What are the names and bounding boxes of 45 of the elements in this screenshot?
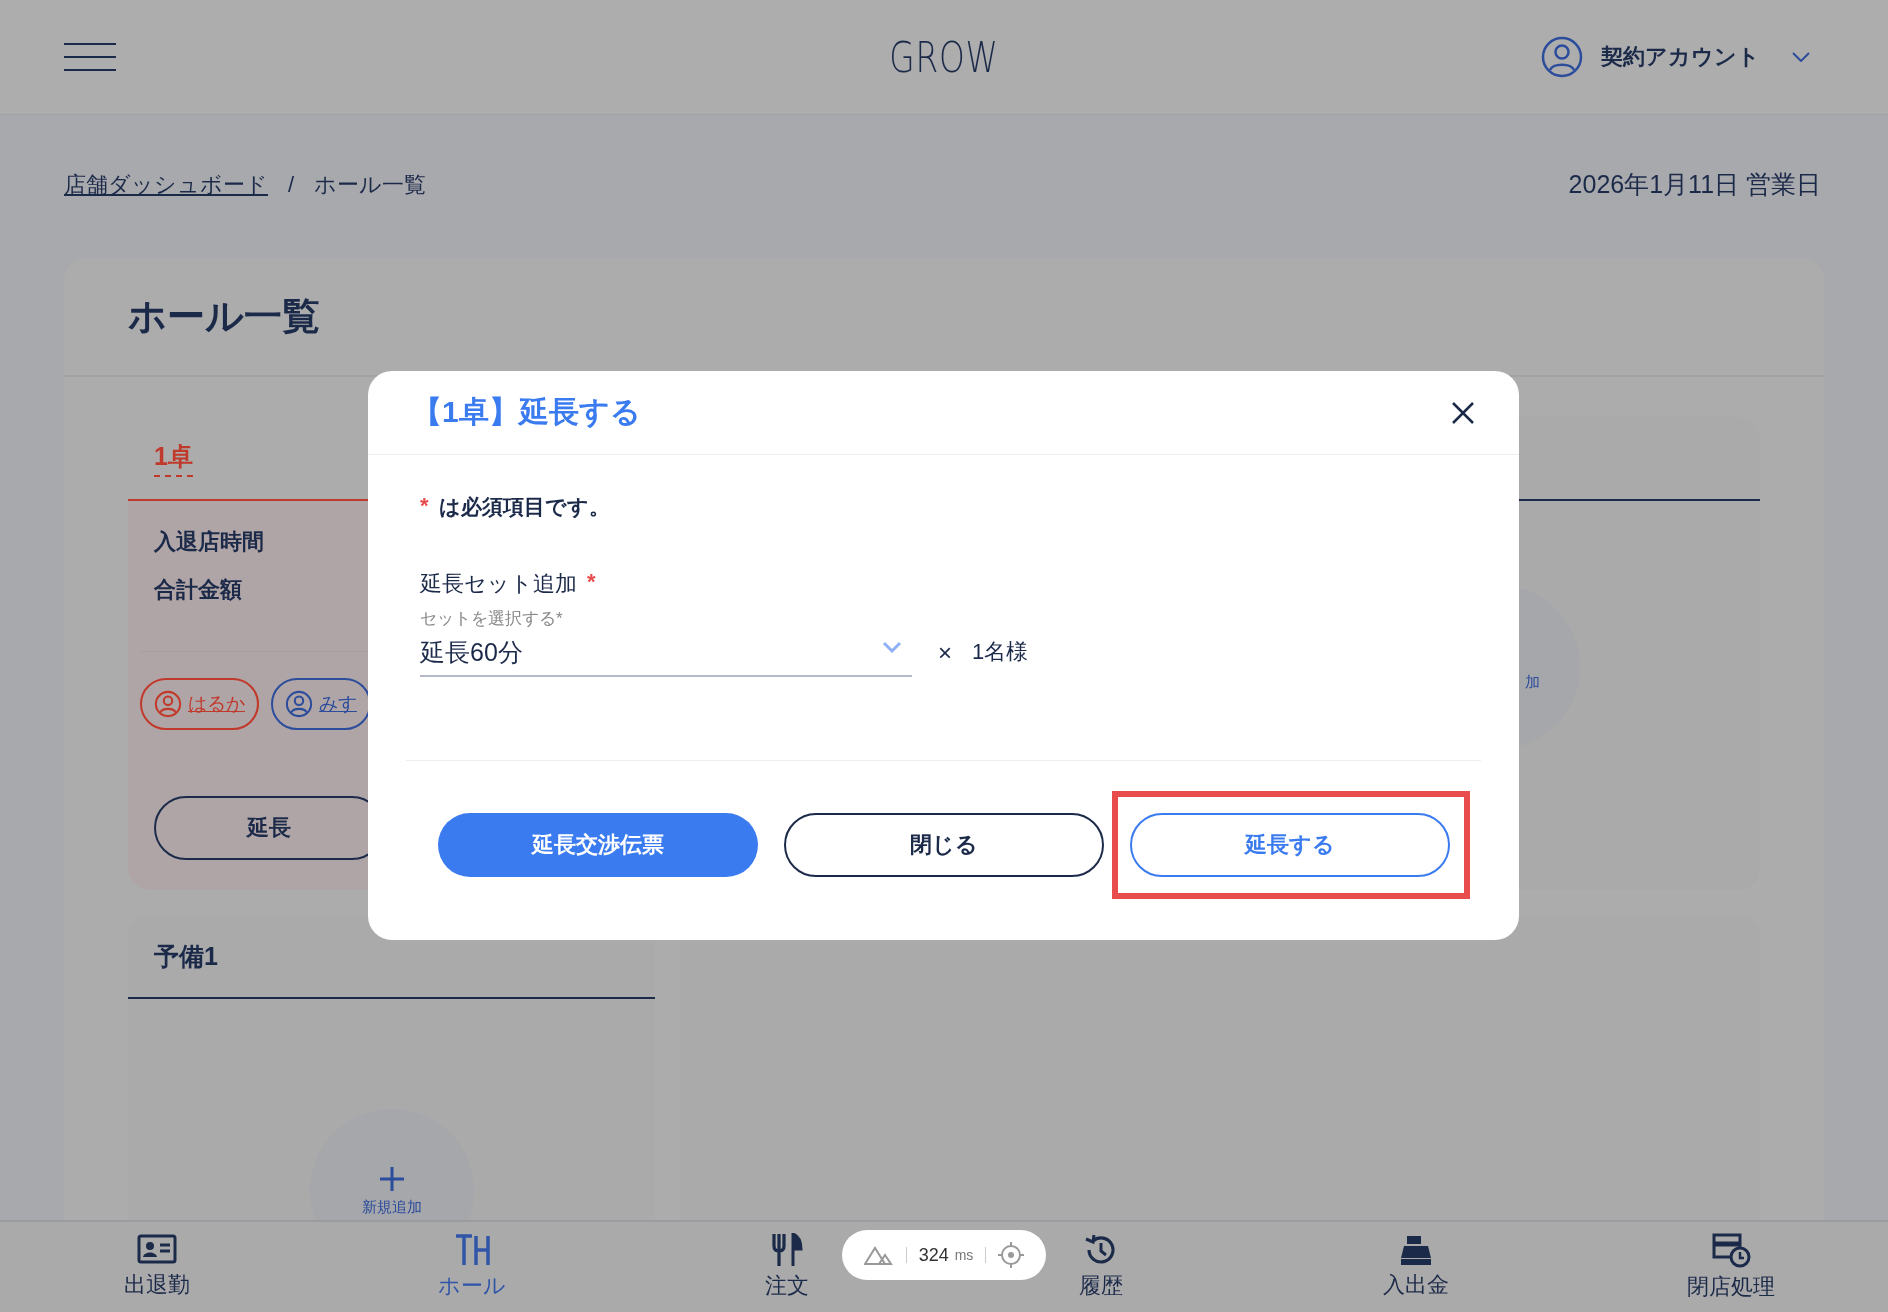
menu-icon[interactable]: [64, 42, 116, 72]
close-icon[interactable]: [1451, 400, 1475, 425]
nav-item[interactable]: 出退勤: [124, 1234, 191, 1300]
dialog-title: 【1卓】延長する: [412, 394, 641, 430]
set-select[interactable]: セットを選択する* 延長60分: [420, 599, 912, 677]
dialog-button[interactable]: 延長交渉伝票: [438, 813, 758, 877]
breadcrumb-separator: /: [288, 171, 295, 198]
chevron-down-icon[interactable]: [1792, 52, 1810, 62]
table-icon: [454, 1233, 490, 1267]
field-label: 延長セット追加: [420, 570, 577, 598]
response-time: 324: [918, 1244, 949, 1266]
business-date: 2026年1月11日 営業日: [1568, 169, 1821, 200]
nav-item[interactable]: 注文: [764, 1233, 809, 1301]
multiply-sign: ×: [938, 639, 952, 668]
crosshair-icon: [998, 1242, 1025, 1268]
required-mark: *: [420, 493, 429, 519]
performance-pill[interactable]: 324 ms: [842, 1230, 1046, 1280]
field-label: 合計金額: [154, 576, 242, 604]
nav-item[interactable]: 閉店処理: [1686, 1232, 1775, 1302]
plus-icon: [378, 1165, 405, 1192]
guest-count: 1名様: [972, 638, 1029, 666]
cash-register-icon: [1399, 1234, 1433, 1266]
table-name[interactable]: 予備1: [154, 939, 218, 973]
breadcrumb-current: ホール一覧: [314, 170, 427, 199]
dialog-button[interactable]: 閉じる: [784, 813, 1104, 877]
required-note: は必須項目です。: [438, 494, 610, 520]
user-icon: [285, 690, 313, 718]
add-button[interactable]: 新規追加: [309, 1109, 474, 1220]
id-card-icon: [137, 1234, 178, 1266]
required-mark: *: [587, 569, 596, 595]
app-logo: GROW: [889, 32, 999, 82]
user-icon: [154, 690, 182, 718]
user-icon[interactable]: [1541, 36, 1583, 78]
page-title: ホール一覧: [128, 294, 320, 339]
chevron-down-icon: [882, 641, 902, 653]
nav-item[interactable]: 入出金: [1383, 1234, 1449, 1300]
account-menu[interactable]: 契約アカウント: [1601, 42, 1760, 72]
register-clock-icon: [1710, 1232, 1751, 1268]
fork-knife-icon: [770, 1233, 803, 1267]
mountain-icon: [863, 1245, 894, 1265]
response-unit: ms: [954, 1247, 974, 1263]
field-label: 入退店時間: [154, 528, 264, 556]
breadcrumb-link[interactable]: 店舗ダッシュボード: [64, 169, 268, 200]
dialog-button[interactable]: 延長する: [1130, 813, 1450, 877]
nav-item[interactable]: 履歴: [1079, 1233, 1124, 1301]
